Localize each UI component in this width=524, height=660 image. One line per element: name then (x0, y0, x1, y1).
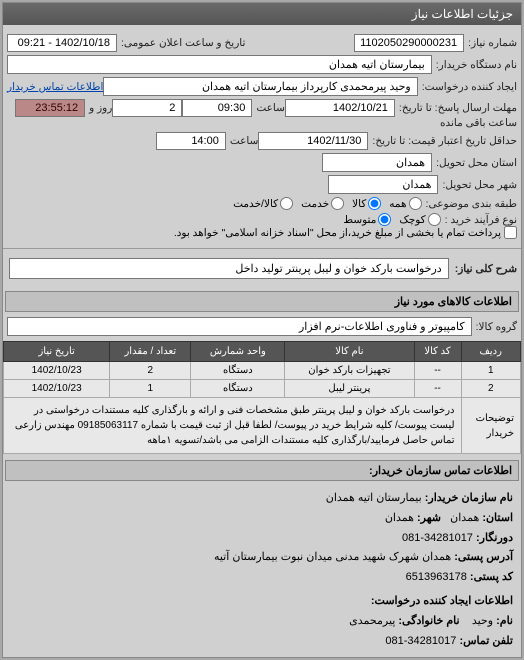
creator-field: وحید پیرمحمدی کارپرداز بیمارستان اتیه هم… (103, 77, 417, 96)
category-label: طبقه بندی موضوعی: (426, 198, 517, 210)
contact-postal-label: کد پستی: (470, 571, 513, 583)
radio-service[interactable]: خدمت (301, 197, 344, 210)
contact-fax-value: 34281017-081 (402, 532, 473, 544)
creator-family-label: نام خانوادگی: (398, 615, 459, 627)
contact-address-value: همدان شهرک شهید مدنی میدان نبوت بیمارستا… (214, 551, 451, 563)
th-name: نام کالا (285, 342, 414, 362)
main-title-field: درخواست بارکد خوان و لیبل پرینتر تولید د… (9, 258, 449, 279)
creator-name-value: وحید (472, 615, 493, 627)
table-row: 1 -- تجهیزات بارکد خوان دستگاه 2 1402/10… (4, 362, 521, 380)
table-header-row: ردیف کد کالا نام کالا واحد شمارش تعداد /… (4, 342, 521, 362)
th-row: ردیف (461, 342, 520, 362)
remain-time-field: 23:55:12 (15, 99, 85, 117)
contact-city-value: همدان (385, 512, 414, 524)
th-code: کد کالا (414, 342, 461, 362)
time-label-2: ساعت (230, 135, 259, 147)
process-note-check[interactable]: پرداخت تمام یا بخشی از مبلغ خرید،از محل … (174, 226, 517, 239)
pubdate-label: تاریخ و ساعت اعلان عمومی: (121, 37, 245, 49)
radio-goodservice[interactable]: کالا/خدمت (233, 197, 293, 210)
creator-family-value: پیرمحمدی (349, 615, 395, 627)
remain-days-field: 2 (112, 99, 182, 117)
remain-suffix-label: ساعت باقی مانده (440, 117, 517, 129)
group-field: کامپیوتر و فناوری اطلاعات-نرم افزار (7, 317, 472, 336)
remain-days-label: روز و (89, 102, 112, 114)
th-qty: تعداد / مقدار (110, 342, 191, 362)
time-label-1: ساعت (256, 102, 285, 114)
contact-city-label: شهر: (417, 512, 441, 524)
main-title-label: شرح کلی نیاز: (455, 263, 517, 275)
radio-all[interactable]: همه (389, 197, 421, 210)
city-label: شهر محل تحویل: (442, 179, 517, 191)
creator-phone-value: 34281017-081 (385, 635, 456, 647)
radio-small[interactable]: کوچک (399, 213, 440, 226)
price-date-field: 1402/11/30 (258, 132, 368, 150)
contact-org-label: نام سازمان خریدار: (425, 492, 513, 504)
table-desc-row: توضیحات خریدار درخواست بارکد خوان و لیبل… (4, 398, 521, 454)
items-table: ردیف کد کالا نام کالا واحد شمارش تعداد /… (3, 341, 521, 454)
req-no-field: 1102050290000231 (354, 34, 464, 52)
desc-cell: درخواست بارکد خوان و لیبل پرینتر طبق مشخ… (4, 398, 462, 454)
price-time-field: 14:00 (156, 132, 226, 150)
desc-label-cell: توضیحات خریدار (461, 398, 520, 454)
contact-fax-label: دورنگار: (476, 532, 513, 544)
org-field: بیمارستان اتیه همدان (7, 55, 432, 74)
process-label: نوع فرآیند خرید : (445, 214, 517, 226)
items-header: اطلاعات کالاهای مورد نیاز (5, 291, 519, 312)
category-radio-group: همه کالا خدمت کالا/خدمت (233, 197, 421, 210)
org-label: نام دستگاه خریدار: (436, 59, 517, 71)
province-field: همدان (322, 153, 432, 172)
creator-label: ایجاد کننده درخواست: (422, 81, 517, 93)
province-label: استان محل تحویل: (436, 157, 517, 169)
contact-province-value: همدان (450, 512, 479, 524)
th-unit: واحد شمارش (191, 342, 285, 362)
contact-section: نام سازمان خریدار: بیمارستان اتیه همدان … (3, 483, 521, 657)
contact-province-label: استان: (482, 512, 513, 524)
radio-goods[interactable]: کالا (352, 197, 381, 210)
resp-deadline-label: مهلت ارسال پاسخ: تا تاریخ: (399, 102, 517, 114)
group-label: گروه کالا: (476, 321, 517, 333)
contact-address-label: آدرس پستی: (454, 551, 513, 563)
creator-phone-label: تلفن تماس: (459, 635, 513, 647)
pubdate-field: 1402/10/18 - 09:21 (7, 34, 117, 52)
contact-header: اطلاعات تماس سازمان خریدار: (5, 460, 519, 481)
table-row: 2 -- پرینتر لیبل دستگاه 1 1402/10/23 (4, 380, 521, 398)
contact-org-value: بیمارستان اتیه همدان (326, 492, 422, 504)
creator-name-label: نام: (496, 615, 513, 627)
req-no-label: شماره نیاز: (468, 37, 517, 49)
city-field: همدان (328, 175, 438, 194)
radio-medium[interactable]: متوسط (343, 213, 391, 226)
process-radio-group: کوچک متوسط (343, 213, 440, 226)
price-validity-label: حداقل تاریخ اعتبار قیمت: تا تاریخ: (372, 135, 517, 147)
th-date: تاریخ نیاز (4, 342, 110, 362)
contact-postal-value: 6513963178 (406, 571, 467, 583)
panel-header: جزئیات اطلاعات نیاز (3, 3, 521, 25)
contact-link[interactable]: اطلاعات تماس خریدار (7, 81, 103, 93)
resp-date-field: 1402/10/21 (285, 99, 395, 117)
resp-time-field: 09:30 (182, 99, 252, 117)
creator-header: اطلاعات ایجاد کننده درخواست: (11, 592, 513, 612)
